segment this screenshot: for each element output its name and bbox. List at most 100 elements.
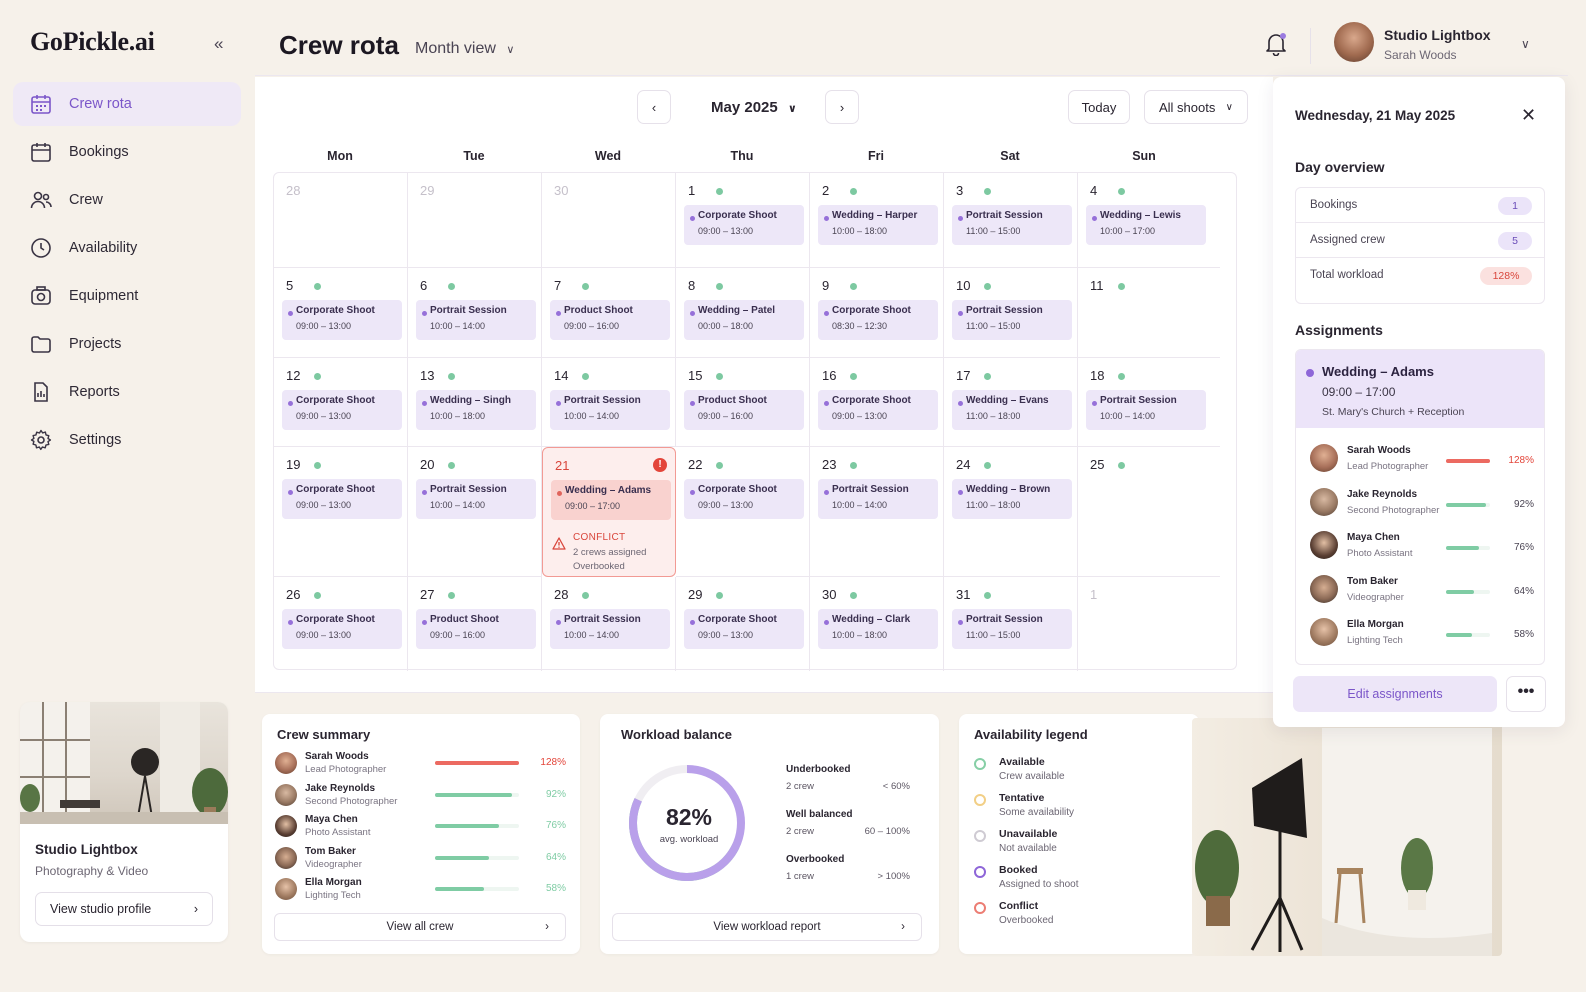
calendar-day-cell[interactable]: 11 [1078,268,1220,358]
calendar-day-cell[interactable]: 27 Product Shoot 09:00 – 16:00 [408,577,542,671]
shoot-event[interactable]: Portrait Session 11:00 – 15:00 [952,205,1072,245]
shoot-event[interactable]: Corporate Shoot 09:00 – 13:00 [684,205,804,245]
avatar [1310,574,1338,603]
shoot-event[interactable]: Corporate Shoot 09:00 – 13:00 [282,479,402,519]
calendar-day-cell[interactable]: 8 Wedding – Patel 00:00 – 18:00 [676,268,810,358]
calendar-day-cell[interactable]: 2 Wedding – Harper 10:00 – 18:00 [810,173,944,268]
chevron-right-icon: › [193,902,198,916]
calendar-day-cell[interactable]: 10 Portrait Session 11:00 – 15:00 [944,268,1078,358]
calendar-day-cell[interactable]: 6 Portrait Session 10:00 – 14:00 [408,268,542,358]
calendar-day-cell[interactable]: 1 [1078,577,1220,671]
availability-dot [984,283,991,290]
shoot-event[interactable]: Wedding – Lewis 10:00 – 17:00 [1086,205,1206,245]
calendar-day-cell[interactable]: 7 Product Shoot 09:00 – 16:00 [542,268,676,358]
shoot-event[interactable]: Product Shoot 09:00 – 16:00 [416,609,536,649]
sidebar-item-crew[interactable]: Crew [13,178,241,222]
edit-assignments-button[interactable]: Edit assignments [1293,676,1497,712]
sidebar-item-bookings[interactable]: Bookings [13,130,241,174]
shoot-event[interactable]: Corporate Shoot 09:00 – 13:00 [282,390,402,430]
calendar-day-cell[interactable]: 29 Corporate Shoot 09:00 – 13:00 [676,577,810,671]
calendar-day-cell[interactable]: 14 Portrait Session 10:00 – 14:00 [542,358,676,447]
chevron-down-icon[interactable]: ∨ [1521,37,1530,51]
shoot-event[interactable]: Product Shoot 09:00 – 16:00 [684,390,804,430]
close-icon[interactable]: ✕ [1521,105,1536,126]
crew-row[interactable]: Jake Reynolds Second Photographer 92% [1296,482,1544,526]
event-time: 09:00 – 13:00 [698,630,754,640]
crew-row[interactable]: Sarah Woods Lead Photographer 128% [1296,438,1544,482]
more-options-button[interactable]: ••• [1506,676,1546,712]
sidebar-item-availability[interactable]: Availability [13,226,241,270]
today-button[interactable]: Today [1068,90,1130,124]
shoot-event[interactable]: Portrait Session 10:00 – 14:00 [416,479,536,519]
shoot-event[interactable]: Wedding – Patel 00:00 – 18:00 [684,300,804,340]
calendar-day-cell[interactable]: 28 [274,173,408,268]
prev-month-button[interactable]: ‹ [637,90,671,124]
calendar-day-cell[interactable]: 24 Wedding – Brown 11:00 – 18:00 [944,447,1078,577]
workload-bar [435,792,519,797]
calendar-day-cell[interactable]: 22 Corporate Shoot 09:00 – 13:00 [676,447,810,577]
view-all-crew-button[interactable]: View all crew › [274,913,566,941]
sidebar-item-reports[interactable]: Reports [13,370,241,414]
avatar[interactable] [1334,22,1374,62]
sidebar-item-equipment[interactable]: Equipment [13,274,241,318]
shoot-event[interactable]: Corporate Shoot 09:00 – 13:00 [684,609,804,649]
shoot-event[interactable]: Corporate Shoot 09:00 – 13:00 [684,479,804,519]
shoot-event[interactable]: Wedding – Adams 09:00 – 17:00 [551,480,671,520]
calendar-day-cell[interactable]: 28 Portrait Session 10:00 – 14:00 [542,577,676,671]
calendar-day-cell[interactable]: 18 Portrait Session 10:00 – 14:00 [1078,358,1220,447]
calendar-day-cell[interactable]: 16 Corporate Shoot 09:00 – 13:00 [810,358,944,447]
shoot-event[interactable]: Portrait Session 10:00 – 14:00 [1086,390,1206,430]
shoot-event[interactable]: Corporate Shoot 09:00 – 13:00 [282,300,402,340]
next-month-button[interactable]: › [825,90,859,124]
calendar-day-cell[interactable]: 21 Wedding – Adams 09:00 – 17:00! CONFLICT 2… [542,447,676,577]
view-workload-report-button[interactable]: View workload report › [612,913,922,941]
calendar-day-cell[interactable]: 3 Portrait Session 11:00 – 15:00 [944,173,1078,268]
shoot-event[interactable]: Portrait Session 10:00 – 14:00 [550,609,670,649]
calendar-day-cell[interactable]: 23 Portrait Session 10:00 – 14:00 [810,447,944,577]
shoot-event[interactable]: Portrait Session 11:00 – 15:00 [952,609,1072,649]
view-select[interactable]: Month view ∨ [415,40,514,58]
month-select[interactable]: May 2025 ∨ [711,99,797,116]
calendar-day-cell[interactable]: 13 Wedding – Singh 10:00 – 18:00 [408,358,542,447]
shoot-event[interactable]: Wedding – Singh 10:00 – 18:00 [416,390,536,430]
calendar-day-cell[interactable]: 19 Corporate Shoot 09:00 – 13:00 [274,447,408,577]
crew-row[interactable]: Tom Baker Videographer 64% [1296,569,1544,613]
double-chevron-left-icon[interactable]: « [214,34,223,54]
shoot-event[interactable]: Portrait Session 11:00 – 15:00 [952,300,1072,340]
overview-title: Day overview [1295,159,1385,175]
sidebar-item-projects[interactable]: Projects [13,322,241,366]
shoot-event[interactable]: Wedding – Harper 10:00 – 18:00 [818,205,938,245]
view-studio-profile-button[interactable]: View studio profile › [35,892,213,926]
shoot-event[interactable]: Portrait Session 10:00 – 14:00 [416,300,536,340]
shoot-event[interactable]: Portrait Session 10:00 – 14:00 [550,390,670,430]
calendar-day-cell[interactable]: 1 Corporate Shoot 09:00 – 13:00 [676,173,810,268]
calendar-day-cell[interactable]: 20 Portrait Session 10:00 – 14:00 [408,447,542,577]
crew-row[interactable]: Ella Morgan Lighting Tech 58% [1296,612,1544,656]
app-logo[interactable]: GoPickle.ai [30,27,155,57]
shoot-event[interactable]: Corporate Shoot 08:30 – 12:30 [818,300,938,340]
calendar-day-cell[interactable]: 30 Wedding – Clark 10:00 – 18:00 [810,577,944,671]
shoot-event[interactable]: Wedding – Clark 10:00 – 18:00 [818,609,938,649]
calendar-day-cell[interactable]: 4 Wedding – Lewis 10:00 – 17:00 [1078,173,1220,268]
calendar-day-cell[interactable]: 12 Corporate Shoot 09:00 – 13:00 [274,358,408,447]
shoot-event[interactable]: Wedding – Evans 11:00 – 18:00 [952,390,1072,430]
shoot-filter-select[interactable]: All shoots ∨ [1144,90,1248,124]
calendar-day-cell[interactable]: 29 [408,173,542,268]
shoot-event[interactable]: Corporate Shoot 09:00 – 13:00 [818,390,938,430]
calendar-day-cell[interactable]: 9 Corporate Shoot 08:30 – 12:30 [810,268,944,358]
shoot-event[interactable]: Corporate Shoot 09:00 – 13:00 [282,609,402,649]
shoot-event[interactable]: Portrait Session 10:00 – 14:00 [818,479,938,519]
shoot-event[interactable]: Wedding – Brown 11:00 – 18:00 [952,479,1072,519]
crew-row[interactable]: Maya Chen Photo Assistant 76% [1296,525,1544,569]
assignment-card[interactable]: Wedding – Adams 09:00 – 17:00 St. Mary's… [1295,349,1545,665]
calendar-day-cell[interactable]: 17 Wedding – Evans 11:00 – 18:00 [944,358,1078,447]
sidebar-item-settings[interactable]: Settings [13,418,241,462]
shoot-event[interactable]: Product Shoot 09:00 – 16:00 [550,300,670,340]
sidebar-item-crew-rota[interactable]: Crew rota [13,82,241,126]
calendar-day-cell[interactable]: 30 [542,173,676,268]
calendar-day-cell[interactable]: 25 [1078,447,1220,577]
calendar-day-cell[interactable]: 31 Portrait Session 11:00 – 15:00 [944,577,1078,671]
calendar-day-cell[interactable]: 5 Corporate Shoot 09:00 – 13:00 [274,268,408,358]
calendar-day-cell[interactable]: 15 Product Shoot 09:00 – 16:00 [676,358,810,447]
calendar-day-cell[interactable]: 26 Corporate Shoot 09:00 – 13:00 [274,577,408,671]
